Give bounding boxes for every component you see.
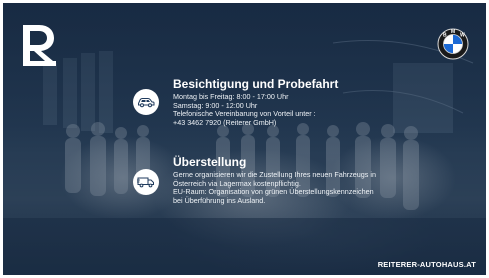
info-slide: B M W Besichtigung und Probefahrt Montag…	[3, 3, 486, 275]
delivery-section: Überstellung Gerne organisieren wir die …	[173, 155, 403, 205]
car-icon	[133, 89, 159, 115]
dark-overlay	[3, 3, 486, 275]
bmw-logo-icon[interactable]: B M W	[437, 28, 469, 60]
section-title: Überstellung	[173, 155, 247, 169]
delivery-text-line: bei Überführung ins Ausland.	[173, 195, 266, 205]
phone-number-link[interactable]: +43 3462 7920 (Reiterer GmbH)	[173, 118, 403, 128]
reiterer-r-logo-icon[interactable]	[21, 23, 57, 67]
truck-icon	[133, 169, 159, 195]
section-title: Besichtigung und Probefahrt	[173, 77, 339, 91]
svg-text:M: M	[451, 29, 455, 35]
svg-text:W: W	[460, 33, 465, 39]
website-link[interactable]: REITERER-AUTOHAUS.AT	[378, 260, 476, 269]
viewing-test-drive-section: Besichtigung und Probefahrt Montag bis F…	[173, 77, 403, 127]
svg-text:B: B	[443, 33, 447, 39]
